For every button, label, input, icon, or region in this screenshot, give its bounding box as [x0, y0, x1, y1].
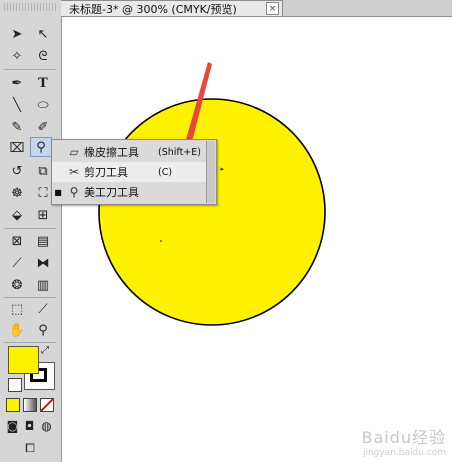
flyout-item-shortcut: (Shift+E): [158, 146, 201, 158]
tab-strip: [283, 0, 452, 17]
flyout-item-knife[interactable]: ■ ⚲ 美工刀工具: [52, 182, 208, 202]
flyout-scrollbar[interactable]: ▸: [206, 141, 224, 203]
draw-normal-icon[interactable]: ◙: [4, 416, 21, 436]
pen-tool-icon[interactable]: ✒: [6, 73, 28, 93]
magic-wand-tool-icon[interactable]: ✧: [6, 46, 28, 66]
panel-grip[interactable]: [4, 3, 56, 11]
tool-flyout-menu: ▱ 橡皮擦工具 (Shift+E) ✂ 剪刀工具 (C) ■ ⚲ 美工刀工具 ▸: [51, 139, 224, 205]
eraser-icon: ▱: [69, 145, 79, 159]
anchor-point: [160, 240, 162, 242]
flyout-item-scissors[interactable]: ✂ 剪刀工具 (C): [52, 162, 208, 182]
lasso-tool-icon[interactable]: ᘓ: [32, 46, 54, 66]
column-graph-tool-icon[interactable]: ▥: [32, 275, 54, 295]
none-mode-icon[interactable]: [40, 398, 54, 412]
direct-selection-tool-icon[interactable]: ↖: [32, 24, 54, 44]
flyout-item-eraser[interactable]: ▱ 橡皮擦工具 (Shift+E): [52, 142, 208, 162]
blob-brush-tool-icon[interactable]: ⌧: [6, 138, 28, 158]
mesh-tool-icon[interactable]: ⊠: [6, 231, 28, 251]
selected-bullet-icon: ■: [54, 187, 62, 197]
blend-tool-icon[interactable]: ⧓: [32, 253, 54, 273]
slice-tool-icon[interactable]: ⟋: [32, 299, 54, 319]
fill-color-swatch[interactable]: [8, 346, 39, 374]
tools-panel: ➤ ↖ ✧ ᘓ ✒ T ╲ ⬭ ✎ ✐ ⌧ ⚲ ↺ ⧉ ☸ ⛶ ⬙ ⊞ ⊠ ▤ …: [0, 0, 62, 462]
document-tab[interactable]: 未标题-3* @ 300% (CMYK/预览) ×: [61, 0, 283, 17]
document-title: 未标题-3* @ 300% (CMYK/预览): [69, 2, 237, 16]
perspective-grid-tool-icon[interactable]: ⊞: [32, 205, 54, 225]
flyout-item-shortcut: (C): [158, 166, 173, 178]
yellow-circle[interactable]: [98, 98, 326, 326]
flyout-arrow-icon: ▸: [220, 165, 224, 173]
watermark: Baidu经验 jingyan.baidu.com: [361, 424, 446, 458]
draw-inside-icon[interactable]: ◍: [38, 416, 55, 436]
zoom-tool-icon[interactable]: ⚲: [32, 320, 54, 340]
paintbrush-tool-icon[interactable]: ✎: [6, 117, 28, 137]
selection-tool-icon[interactable]: ➤: [6, 24, 28, 44]
default-colors-icon[interactable]: [8, 378, 22, 392]
flyout-item-label: 剪刀工具: [84, 166, 128, 179]
rotate-tool-icon[interactable]: ↺: [6, 161, 28, 181]
artboard-tool-icon[interactable]: ⬚: [6, 299, 28, 319]
screen-mode-icon[interactable]: ⧠: [18, 438, 42, 458]
watermark-subtext: jingyan.baidu.com: [362, 448, 446, 458]
pencil-tool-icon[interactable]: ✐: [32, 117, 54, 137]
watermark-text: Baidu经验: [361, 428, 446, 447]
knife-tool-icon[interactable]: ⚲: [30, 137, 52, 157]
shape-builder-tool-icon[interactable]: ⬙: [6, 205, 28, 225]
gradient-mode-icon[interactable]: [23, 398, 37, 412]
gradient-tool-icon[interactable]: ▤: [32, 231, 54, 251]
knife-icon: ⚲: [69, 185, 79, 199]
scissors-icon: ✂: [68, 165, 80, 179]
color-mode-icon[interactable]: [6, 398, 20, 412]
ellipse-tool-icon[interactable]: ⬭: [32, 95, 54, 115]
hand-tool-icon[interactable]: ✋: [6, 320, 28, 340]
flyout-item-label: 橡皮擦工具: [84, 146, 139, 159]
symbol-sprayer-tool-icon[interactable]: ❂: [6, 275, 28, 295]
type-tool-icon[interactable]: T: [32, 73, 54, 93]
eyedropper-tool-icon[interactable]: ⟋: [6, 253, 28, 273]
artboard-canvas[interactable]: [62, 17, 452, 462]
swap-colors-icon[interactable]: ⤢: [38, 344, 52, 358]
warp-tool-icon[interactable]: ☸: [6, 183, 28, 203]
line-tool-icon[interactable]: ╲: [6, 95, 28, 115]
draw-behind-icon[interactable]: ◘: [21, 416, 38, 436]
close-icon[interactable]: ×: [266, 2, 279, 15]
flyout-item-label: 美工刀工具: [84, 186, 139, 199]
